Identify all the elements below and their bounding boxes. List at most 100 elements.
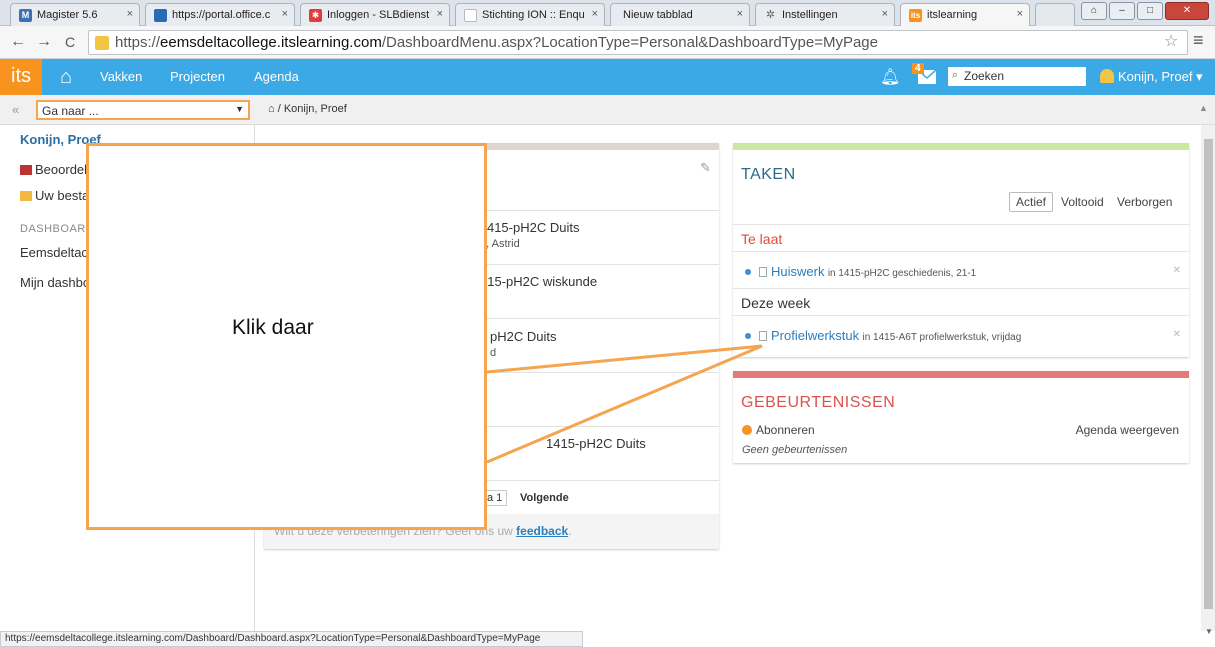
browser-tab-magister[interactable]: M Magister 5.6 × (10, 3, 140, 26)
url-path: /DashboardMenu.aspx?LocationType=Persona… (381, 34, 878, 51)
nav-agenda[interactable]: Agenda (254, 69, 299, 84)
forward-arrow-icon[interactable]: → (34, 32, 54, 52)
tab-title: Instellingen (782, 9, 838, 21)
edit-pencil-icon[interactable]: ✎ (700, 160, 711, 176)
tasks-panel: TAKEN Actief Voltooid Verborgen Te laat … (733, 143, 1189, 357)
hamburger-menu-icon[interactable]: ≡ (1193, 30, 1204, 51)
tab-title: Inloggen - SLBdienst (327, 9, 430, 21)
update-title[interactable]: 415-pH2C wiskunde (480, 274, 597, 289)
goto-select[interactable]: Ga naar ... ▼ (36, 100, 250, 120)
browser-toolbar: ← → C https://eemsdeltacollege.itslearni… (0, 26, 1215, 59)
late-heading: Te laat (741, 231, 783, 247)
back-arrow-icon[interactable]: ← (8, 32, 28, 52)
url-domain: eemsdeltacollege.itslearning.com (160, 34, 382, 51)
home-icon[interactable]: ⌂ (48, 59, 84, 95)
tab-title: Nieuw tabblad (623, 9, 693, 21)
itslearning-icon: its (909, 9, 922, 22)
collapse-sidebar-icon[interactable]: « (12, 102, 19, 117)
address-bar[interactable]: https://eemsdeltacollege.itslearning.com… (88, 30, 1188, 55)
filter-voltooid[interactable]: Voltooid (1061, 195, 1104, 209)
close-tab-icon[interactable]: × (282, 8, 288, 20)
scrollbar-thumb[interactable] (1204, 139, 1213, 609)
feedback-link[interactable]: feedback (516, 524, 568, 538)
status-bar: https://eemsdeltacollege.itslearning.com… (0, 631, 583, 647)
task-item[interactable]: Profielwerkstuk in 1415-A6T profielwerks… (745, 328, 1021, 343)
subscribe-label: Abonneren (756, 423, 815, 437)
window-controls: ⌂ – □ ✕ (1081, 2, 1209, 20)
update-title[interactable]: 1415-pH2C Duits (546, 436, 646, 451)
breadcrumb-path: / Konijn, Proef (277, 103, 347, 115)
divider (733, 251, 1189, 252)
itslearning-logo[interactable]: its (0, 59, 42, 95)
bookmark-star-icon[interactable]: ☆ (1164, 31, 1178, 51)
minimize-icon[interactable]: – (1109, 2, 1135, 20)
browser-tab-itslearning[interactable]: its itslearning × (900, 3, 1030, 26)
gear-icon: ✲ (765, 9, 776, 21)
browser-tab-settings[interactable]: ✲ Instellingen × (755, 3, 895, 26)
browser-tab-slbdiensten[interactable]: ✱ Inloggen - SLBdienst × (300, 3, 450, 26)
divider (733, 224, 1189, 225)
message-count-badge: 4 (912, 63, 924, 74)
lock-icon (95, 36, 109, 50)
new-tab-button[interactable] (1035, 3, 1075, 26)
bell-icon[interactable]: 🔔︎ (880, 67, 900, 87)
subscribe-link[interactable]: Abonneren (742, 423, 815, 437)
tasks-title: TAKEN (741, 166, 796, 183)
close-tab-icon[interactable]: × (737, 8, 743, 20)
folder-icon (20, 191, 32, 201)
task-link[interactable]: Huiswerk (771, 264, 824, 279)
task-link[interactable]: Profielwerkstuk (771, 328, 859, 343)
magister-icon: M (19, 9, 32, 22)
user-avatar-icon (1100, 69, 1114, 83)
url-scheme: https:// (115, 34, 161, 51)
divider (733, 315, 1189, 316)
pager-next[interactable]: Volgende (520, 492, 569, 504)
reload-icon[interactable]: C (60, 32, 80, 52)
tab-title: Magister 5.6 (37, 9, 98, 21)
dismiss-icon[interactable]: ✕ (1173, 329, 1181, 340)
events-panel: GEBEURTENISSEN Abonneren Agenda weergeve… (733, 371, 1189, 463)
home-icon[interactable]: ⌂ (268, 103, 275, 115)
bullet-icon (745, 333, 751, 339)
filter-verborgen[interactable]: Verborgen (1117, 195, 1172, 209)
callout-text: Klik daar (232, 316, 314, 339)
week-heading: Deze week (741, 295, 811, 311)
scrollbar[interactable] (1201, 125, 1215, 631)
tab-title: https://portal.office.c (172, 9, 271, 21)
agenda-link[interactable]: Agenda weergeven (1076, 423, 1179, 437)
document-icon (759, 267, 767, 277)
browser-tab-ion[interactable]: Stichting ION :: Enqu × (455, 3, 605, 26)
office-icon (154, 9, 167, 22)
maximize-icon[interactable]: □ (1137, 2, 1163, 20)
browser-tab-new[interactable]: Nieuw tabblad × (610, 3, 750, 26)
events-empty: Geen gebeurtenissen (742, 444, 848, 456)
slb-icon: ✱ (309, 9, 322, 22)
close-tab-icon[interactable]: × (1017, 8, 1023, 20)
update-title[interactable]: pH2C Duits (490, 329, 556, 344)
dismiss-icon[interactable]: ✕ (1173, 265, 1181, 276)
filter-actief[interactable]: Actief (1009, 192, 1054, 212)
close-tab-icon[interactable]: × (437, 8, 443, 20)
profile-icon[interactable]: ⌂ (1081, 2, 1107, 20)
user-menu[interactable]: Konijn, Proef ▾ (1100, 69, 1203, 85)
update-sub: d (490, 347, 497, 359)
scroll-down-icon[interactable]: ▼ (1205, 627, 1213, 636)
nav-projecten[interactable]: Projecten (170, 69, 225, 84)
search-input[interactable]: ⌕ Zoeken (948, 67, 1086, 86)
search-placeholder: Zoeken (964, 69, 1005, 83)
browser-tab-strip: M Magister 5.6 × https://portal.office.c… (0, 0, 1215, 26)
scroll-up-icon[interactable]: ▲ (1199, 103, 1208, 113)
breadcrumb-bar: « Ga naar ... ▼ ⌂ / Konijn, Proef ▲ (0, 95, 1215, 125)
nav-vakken[interactable]: Vakken (100, 69, 142, 84)
window-close-icon[interactable]: ✕ (1165, 2, 1209, 20)
close-tab-icon[interactable]: × (592, 8, 598, 20)
close-tab-icon[interactable]: × (882, 8, 888, 20)
tab-title: Stichting ION :: Enqu (482, 9, 585, 21)
task-meta: in 1415-A6T profielwerkstuk, vrijdag (862, 332, 1022, 343)
task-item[interactable]: Huiswerk in 1415-pH2C geschiedenis, 21-1 (745, 264, 976, 279)
browser-tab-office[interactable]: https://portal.office.c × (145, 3, 295, 26)
top-navigation: its ⌂ Vakken Projecten Agenda 🔔︎ 4 ⌕ Zoe… (0, 59, 1215, 95)
document-icon (759, 331, 767, 341)
close-tab-icon[interactable]: × (127, 8, 133, 20)
chevron-down-icon: ▼ (235, 104, 244, 114)
